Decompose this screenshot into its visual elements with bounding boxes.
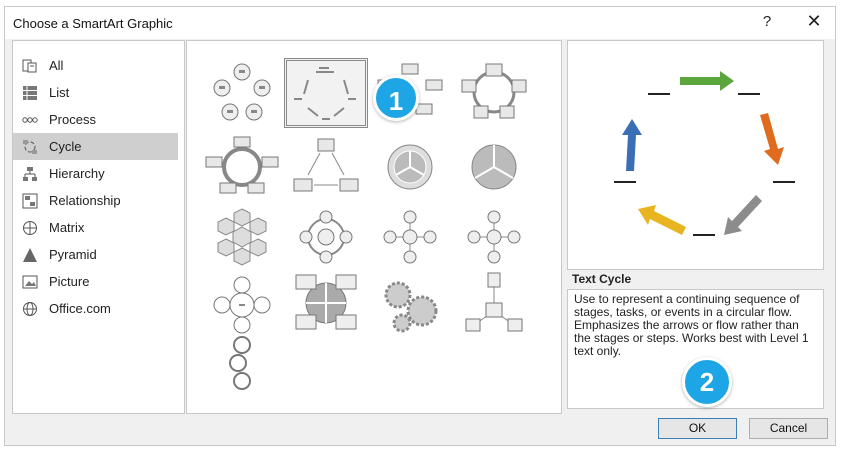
category-list-item[interactable]: List — [13, 79, 178, 106]
radial-venn-thumb[interactable] — [200, 269, 284, 339]
segmented-cycle-thumb[interactable] — [368, 133, 452, 203]
yellow-arrow-icon — [638, 205, 686, 235]
category-matrix[interactable]: Matrix — [13, 214, 178, 241]
gray-arrow-icon — [724, 195, 762, 235]
category-process[interactable]: Process — [13, 106, 178, 133]
category-label: Hierarchy — [49, 166, 105, 181]
hexagon-radial-thumb[interactable] — [200, 203, 284, 273]
blue-arrow-icon — [622, 119, 642, 171]
matrix-icon — [21, 219, 39, 237]
category-label: Cycle — [49, 139, 82, 154]
category-hierarchy[interactable]: Hierarchy — [13, 160, 178, 187]
orange-arrow-icon — [760, 113, 784, 165]
category-label: All — [49, 58, 64, 73]
category-label: Process — [49, 112, 96, 127]
category-label: Picture — [49, 274, 90, 289]
cancel-button[interactable]: Cancel — [749, 418, 828, 439]
list-icon — [21, 84, 39, 102]
category-office-com[interactable]: Office.com — [13, 295, 178, 322]
title-bar: Choose a SmartArt Graphic ? ✕ — [5, 7, 835, 39]
nondirectional-cycle-thumb[interactable] — [452, 58, 536, 128]
category-list: All List Process Cycle Hierarchy Relatio… — [12, 40, 185, 414]
process-icon — [21, 111, 39, 129]
multidirectional-cycle-thumb[interactable] — [284, 133, 368, 203]
ok-button[interactable]: OK — [658, 418, 737, 439]
picture-icon — [21, 273, 39, 291]
basic-pie-thumb[interactable] — [452, 133, 536, 203]
text-cycle-preview — [614, 71, 795, 236]
close-button[interactable]: ✕ — [803, 11, 825, 33]
all-icon — [21, 57, 39, 75]
category-relationship[interactable]: Relationship — [13, 187, 178, 214]
globe-icon — [21, 300, 39, 318]
relationship-icon — [21, 192, 39, 210]
cycle-matrix-thumb[interactable] — [284, 203, 368, 273]
basic-cycle-thumb[interactable] — [200, 58, 284, 128]
cycle-matrix-blocks-thumb[interactable] — [284, 269, 368, 339]
hierarchy-icon — [21, 165, 39, 183]
gear-thumb[interactable] — [368, 269, 452, 339]
circle-arrow-process-thumb[interactable] — [200, 331, 284, 401]
category-cycle[interactable]: Cycle — [13, 133, 178, 160]
category-picture[interactable]: Picture — [13, 268, 178, 295]
radial-cycle-thumb[interactable] — [368, 203, 452, 273]
text-cycle-thumb[interactable] — [284, 58, 368, 128]
radial-cluster-thumb[interactable] — [452, 269, 536, 339]
diverging-radial-thumb[interactable] — [452, 203, 536, 273]
category-label: Relationship — [49, 193, 121, 208]
green-arrow-icon — [680, 71, 734, 91]
category-label: Matrix — [49, 220, 85, 235]
help-button[interactable]: ? — [757, 13, 777, 33]
dialog-title: Choose a SmartArt Graphic — [13, 16, 173, 31]
category-label: Pyramid — [49, 247, 97, 262]
step-badge-2: 2 — [682, 357, 732, 407]
cycle-icon — [21, 138, 39, 156]
category-label: Office.com — [49, 301, 111, 316]
pyramid-icon — [21, 246, 39, 264]
category-pyramid[interactable]: Pyramid — [13, 241, 178, 268]
continuous-cycle-thumb[interactable] — [200, 133, 284, 203]
category-all[interactable]: All — [13, 52, 178, 79]
preview-panel — [567, 40, 824, 270]
step-badge-1: 1 — [373, 75, 419, 121]
category-label: List — [49, 85, 70, 100]
preview-title: Text Cycle — [572, 272, 632, 286]
